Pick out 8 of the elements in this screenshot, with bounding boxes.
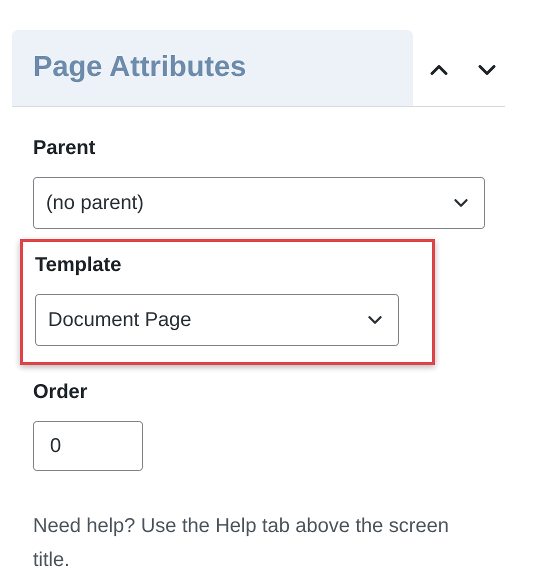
field-label: Template [35, 253, 122, 278]
input-field[interactable]: 0 [33, 421, 143, 471]
dropdown[interactable]: Document Page [35, 294, 399, 346]
field-label: Order [33, 380, 88, 405]
dropdown[interactable]: (no parent) [33, 177, 485, 229]
help-text: Need help? Use the Help tab above the screen title. [33, 514, 450, 573]
panel-title: Page Attributes [33, 50, 246, 86]
field-label: Parent [33, 136, 96, 161]
